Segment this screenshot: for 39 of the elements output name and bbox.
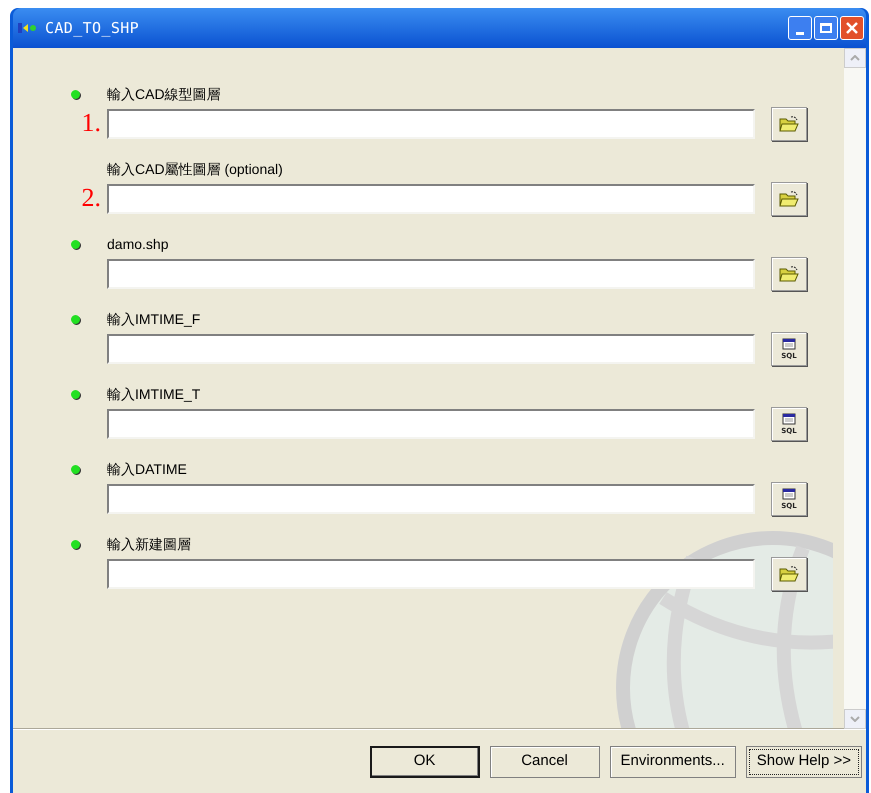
browse-button[interactable]	[771, 257, 807, 291]
input-field[interactable]	[107, 559, 755, 589]
folder-icon	[779, 565, 799, 583]
close-button[interactable]	[840, 16, 864, 40]
browse-button[interactable]	[771, 107, 807, 141]
scroll-up-button[interactable]	[844, 48, 866, 68]
scroll-down-button[interactable]	[844, 709, 866, 729]
folder-icon	[779, 190, 799, 208]
model-icon	[17, 21, 39, 35]
environments-button[interactable]: Environments...	[610, 746, 736, 778]
folder-icon	[779, 265, 799, 283]
parameter-label: damo.shp	[107, 235, 170, 254]
maximize-button[interactable]	[814, 16, 838, 40]
browse-button[interactable]	[771, 557, 807, 591]
input-field[interactable]	[107, 259, 755, 289]
cancel-button[interactable]: Cancel	[490, 746, 600, 778]
show-help-button[interactable]: Show Help >>	[746, 746, 862, 778]
parameter-label: 輸入新建圖層	[107, 535, 192, 554]
parameter-label: 輸入IMTIME_T	[107, 385, 202, 404]
input-field[interactable]	[107, 184, 755, 214]
scrollbar[interactable]	[844, 48, 866, 729]
maximize-icon	[820, 23, 832, 33]
annotation-number: 1.	[82, 110, 101, 136]
browse-button[interactable]	[771, 182, 807, 216]
parameter-label: 輸入CAD屬性圖層 (optional)	[107, 160, 284, 179]
parameter-label: 輸入DATIME	[107, 460, 188, 479]
parameter-label: 輸入IMTIME_F	[107, 310, 202, 329]
minimize-icon	[796, 32, 804, 35]
parameter-label: 輸入CAD線型圖層	[107, 85, 222, 104]
folder-icon	[779, 115, 799, 133]
ok-button[interactable]: OK	[370, 746, 480, 778]
minimize-button[interactable]	[788, 16, 812, 40]
close-icon	[846, 22, 858, 34]
input-field[interactable]	[107, 409, 755, 439]
input-field[interactable]	[107, 109, 755, 139]
window-title: CAD_TO_SHP	[45, 18, 140, 39]
input-field[interactable]	[107, 484, 755, 514]
annotation-number: 2.	[82, 185, 101, 211]
input-field[interactable]	[107, 334, 755, 364]
